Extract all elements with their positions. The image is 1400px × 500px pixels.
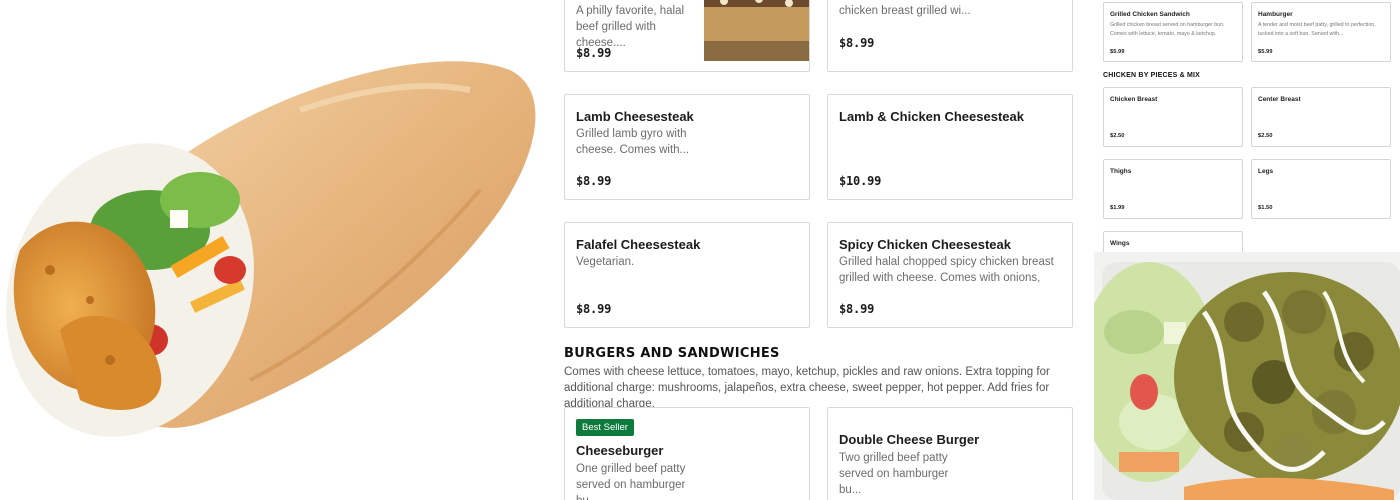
mini-item-title: Grilled Chicken Sandwich: [1110, 11, 1190, 18]
mini-menu-card[interactable]: Chicken Breast $2.50: [1103, 87, 1243, 147]
mini-item-title: Center Breast: [1258, 96, 1301, 103]
mini-item-price: $5.99: [1110, 49, 1125, 55]
item-description: chicken breast grilled wi...: [839, 5, 971, 17]
item-price: $8.99: [576, 174, 612, 188]
menu-item-card-falafel-cheesesteak[interactable]: Falafel Cheesesteak Vegetarian. $8.99: [564, 222, 810, 328]
item-price: $8.99: [576, 302, 612, 316]
item-description: A philly favorite, halal beef grilled wi…: [576, 5, 685, 49]
item-title: Lamb Cheesesteak: [576, 109, 694, 124]
item-description: Vegetarian.: [576, 256, 635, 268]
section-description: Comes with cheese lettuce, tomatoes, may…: [564, 366, 1050, 410]
item-price: $10.99: [839, 174, 882, 188]
item-price: $8.99: [839, 36, 875, 50]
menu-item-card-lamb-cheesesteak[interactable]: Lamb Cheesesteak Grilled lamb gyro with …: [564, 94, 810, 200]
mini-item-title: Legs: [1258, 168, 1274, 175]
item-title: Spicy Chicken Cheesesteak: [839, 237, 1011, 252]
mini-item-price: $2.50: [1110, 133, 1125, 139]
item-title: Lamb & Chicken Cheesesteak: [839, 109, 1024, 124]
mini-item-price: $1.50: [1258, 205, 1273, 211]
mini-menu-card[interactable]: Grilled Chicken Sandwich Grilled chicken…: [1103, 2, 1243, 62]
menu-item-card-cheeseburger[interactable]: Best Seller Cheeseburger One grilled bee…: [564, 407, 810, 500]
mini-item-description: A tender and moist beef patty, grilled t…: [1258, 22, 1376, 37]
mini-item-title: Hamburger: [1258, 11, 1293, 18]
menu-item-card-lamb-chicken-cheesesteak[interactable]: Lamb & Chicken Cheesesteak $10.99: [827, 94, 1073, 200]
item-description: Grilled halal chopped spicy chicken brea…: [839, 256, 1054, 284]
mini-menu-card[interactable]: Thighs $1.99: [1103, 159, 1243, 219]
best-seller-badge: Best Seller: [576, 419, 634, 436]
mini-item-price: $2.50: [1258, 133, 1273, 139]
chicken-wrap-image: [0, 0, 548, 500]
mini-item-price: $1.99: [1110, 205, 1125, 211]
mini-menu-card[interactable]: Hamburger A tender and moist beef patty,…: [1251, 2, 1391, 62]
mini-section-heading: CHICKEN BY PIECES & MIX: [1103, 72, 1201, 79]
menu-item-card[interactable]: chicken breast grilled wi... $8.99: [827, 0, 1073, 72]
item-price: $8.99: [839, 302, 875, 316]
item-description: One grilled beef patty served on hamburg…: [576, 463, 686, 500]
mini-item-price: $5.99: [1258, 49, 1273, 55]
mini-menu-card[interactable]: Legs $1.50: [1251, 159, 1391, 219]
mini-item-title: Thighs: [1110, 168, 1132, 175]
item-description: Two grilled beef patty served on hamburg…: [839, 452, 949, 496]
menu-item-card-double-cheese-burger[interactable]: Double Cheese Burger Two grilled beef pa…: [827, 407, 1073, 500]
mini-item-title: Wings: [1110, 240, 1130, 247]
falafel-platter-image: [1094, 252, 1400, 500]
menu-item-card[interactable]: A philly favorite, halal beef grilled wi…: [564, 0, 810, 72]
item-title: Cheeseburger: [576, 443, 664, 458]
section-heading-burgers: BURGERS AND SANDWICHES: [564, 346, 780, 361]
cheesesteak-thumbnail: [704, 0, 809, 61]
menu-item-card-spicy-chicken-cheesesteak[interactable]: Spicy Chicken Cheesesteak Grilled halal …: [827, 222, 1073, 328]
mini-menu-card[interactable]: Center Breast $2.50: [1251, 87, 1391, 147]
item-description: Grilled lamb gyro with cheese. Comes wit…: [576, 128, 690, 156]
mini-item-description: Grilled chicken breast served on hamburg…: [1110, 22, 1225, 37]
mini-item-title: Chicken Breast: [1110, 96, 1158, 103]
item-price: $8.99: [576, 46, 612, 60]
item-title: Double Cheese Burger: [839, 432, 980, 447]
item-title: Falafel Cheesesteak: [576, 237, 701, 252]
